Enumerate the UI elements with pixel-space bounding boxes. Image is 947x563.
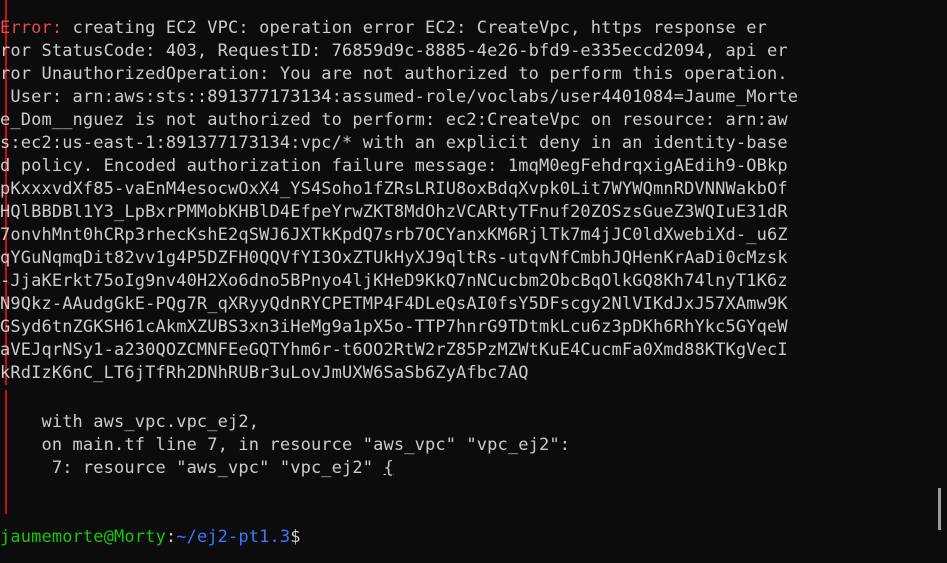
error-label: Error: [0,18,63,38]
error-line: User: arn:aws:sts::891377173134:assumed-… [0,87,799,107]
prompt-separator: : [165,527,177,547]
context-line: with aws_vpc.vpc_ej2, [0,412,260,432]
context-brace: { [383,458,394,478]
context-line: 7: resource "aws_vpc" "vpc_ej2" { [0,457,394,480]
error-line: N9Qkz-AAudgGkE-PQg7R_qXRyyQdnRYCPETMP4F4… [0,294,788,314]
error-line: aVEJqrNSy1-a230QOZCMNFEeGQTYhm6r-t6OO2Rt… [0,340,788,360]
error-line: ror UnauthorizedOperation: You are not a… [0,64,788,84]
context-code: 7: resource "aws_vpc" "vpc_ej2" [0,458,384,478]
prompt-user-host: jaumemorte@Morty [0,527,166,547]
terminal-window[interactable]: Error: creating EC2 VPC: operation error… [0,0,947,563]
shell-prompt[interactable]: jaumemorte@Morty:~/ej2-pt1.3$ [0,526,301,549]
error-line: ror StatusCode: 403, RequestID: 76859d9c… [0,41,788,61]
scrollbar-thumb[interactable] [938,488,941,530]
prompt-path: ~/ej2-pt1.3 [176,527,291,547]
error-line: pKxxxvdXf85-vaEnM4esocwOxX4_YS4Soho1fZRs… [0,179,788,199]
error-line: qYGuNqmqDit82vv1g4P5DZFH0QQVfYI3OxZTUkHy… [0,248,788,268]
error-line: e_Dom__nguez is not authorized to perfor… [0,110,788,130]
context-line: on main.tf line 7, in resource "aws_vpc"… [0,435,571,455]
error-line: 7onvhMnt0hCRp3rhecKshE2qSWJ6JXTkKpdQ7srb… [0,225,788,245]
error-line: GSyd6tnZGKSH61cAkmXZUBS3xn3iHeMg9a1pX5o-… [0,317,788,337]
error-line: HQlBBDBl1Y3_LpBxrPMMobKHBlD4EfpeYrwZKT8M… [0,202,788,222]
error-text: creating EC2 VPC: operation error EC2: C… [62,18,768,38]
error-line: s:ec2:us-east-1:891377173134:vpc/* with … [0,133,788,153]
prompt-symbol: $ [290,527,301,547]
error-line: -JjaKErkt75oIg9nv40H2Xo6dno5BPnyo4ljKHeD… [0,271,788,291]
error-line: kRdIzK6nC_LT6jTfRh2DNhRUBr3uLovJmUXW6SaS… [0,363,529,383]
error-line: Error: creating EC2 VPC: operation error… [0,17,767,40]
error-line: d policy. Encoded authorization failure … [0,156,788,176]
